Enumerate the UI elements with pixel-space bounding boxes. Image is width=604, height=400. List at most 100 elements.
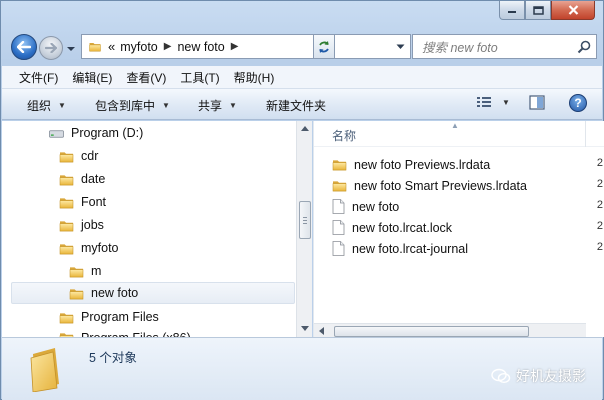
tree-item-program-files[interactable]: Program Files <box>59 306 159 328</box>
folder-icon <box>332 179 347 192</box>
details-view-icon <box>477 97 491 107</box>
date-column-fragment: 2 <box>596 241 603 253</box>
file-name: new foto Smart Previews.lrdata <box>354 178 527 193</box>
horizontal-scrollbar-thumb[interactable] <box>334 326 529 337</box>
menu-bar: 文件(F) 编辑(E) 查看(V) 工具(T) 帮助(H) <box>2 66 602 89</box>
folder-icon <box>59 219 74 232</box>
share-label: 共享 <box>198 99 223 113</box>
search-placeholder: 搜索 new foto <box>422 41 498 55</box>
file-row[interactable]: new foto Smart Previews.lrdata <box>332 175 527 196</box>
file-row[interactable]: new foto.lrcat.lock <box>332 217 452 238</box>
tree-item-myfoto[interactable]: myfoto <box>59 237 119 259</box>
date-column-fragment: 2 <box>596 157 603 169</box>
tree-item-label: Font <box>81 195 107 209</box>
scroll-down-arrow-icon[interactable] <box>301 326 309 331</box>
include-in-library-label: 包含到库中 <box>95 99 156 113</box>
breadcrumb-new-foto[interactable]: new foto <box>177 40 224 54</box>
share-button[interactable]: 共享 ▼ <box>198 97 237 114</box>
new-folder-button[interactable]: 新建文件夹 <box>266 97 326 114</box>
back-button[interactable] <box>11 34 37 60</box>
file-name: new foto <box>352 199 400 214</box>
forward-button[interactable] <box>39 36 63 60</box>
chevron-right-icon[interactable]: ▶ <box>231 41 239 52</box>
folder-icon <box>59 173 74 186</box>
tree-item-label: Program (D:) <box>71 126 144 140</box>
chevron-down-icon[interactable]: ▼ <box>502 98 510 107</box>
help-button[interactable]: ? <box>569 94 587 112</box>
close-button[interactable] <box>551 1 595 20</box>
column-name-header[interactable]: 名称 <box>332 127 356 144</box>
navigation-scrollbar[interactable] <box>296 121 312 337</box>
column-divider[interactable] <box>585 121 586 147</box>
close-icon <box>568 5 578 15</box>
refresh-icon <box>319 40 329 53</box>
minimize-icon <box>508 11 516 13</box>
organize-button[interactable]: 组织 ▼ <box>27 97 66 114</box>
folder-icon <box>59 196 74 209</box>
breadcrumb-overflow[interactable]: « <box>108 39 115 54</box>
tree-item-date[interactable]: date <box>59 168 105 190</box>
folder-icon <box>88 41 102 52</box>
folder-icon <box>59 242 74 255</box>
preview-pane-icon <box>529 95 545 110</box>
tree-item-label: new foto <box>91 286 139 300</box>
help-icon: ? <box>574 96 582 110</box>
tree-item-new-foto[interactable]: new foto <box>11 282 295 304</box>
menu-view[interactable]: 查看(V) <box>126 69 166 86</box>
file-row[interactable]: new foto.lrcat-journal <box>332 238 468 259</box>
tree-item-jobs[interactable]: jobs <box>59 214 104 236</box>
menu-file[interactable]: 文件(F) <box>19 69 58 86</box>
scroll-left-arrow-icon[interactable] <box>319 327 324 335</box>
preview-pane-button[interactable] <box>529 95 545 110</box>
recent-pages-dropdown[interactable] <box>66 43 76 53</box>
command-bar: 组织 ▼ 包含到库中 ▼ 共享 ▼ 新建文件夹 ▼ ? <box>2 89 602 120</box>
file-icon <box>332 199 345 214</box>
caption-buttons <box>499 1 595 21</box>
refresh-button[interactable] <box>313 34 335 59</box>
address-bar[interactable]: « myfoto ▶ new foto ▶ <box>81 34 411 59</box>
chevron-right-icon[interactable]: ▶ <box>164 41 172 52</box>
tree-item-label: date <box>81 172 106 186</box>
minimize-button[interactable] <box>499 1 525 20</box>
file-icon <box>332 241 345 256</box>
search-icon[interactable] <box>577 40 591 54</box>
chevron-down-icon <box>396 44 404 49</box>
tree-item-label: cdr <box>81 149 99 163</box>
menu-tools[interactable]: 工具(T) <box>180 69 219 86</box>
folder-large-icon <box>30 348 59 392</box>
file-row[interactable]: new foto Previews.lrdata <box>332 154 490 175</box>
breadcrumb-myfoto[interactable]: myfoto <box>120 40 158 54</box>
address-dropdown-button[interactable] <box>390 35 410 58</box>
menu-help[interactable]: 帮助(H) <box>234 69 275 86</box>
maximize-icon <box>532 5 544 15</box>
file-name: new foto.lrcat-journal <box>352 241 469 256</box>
tree-item-m[interactable]: m <box>69 260 101 282</box>
include-in-library-button[interactable]: 包含到库中 ▼ <box>95 97 170 114</box>
date-column-fragment: 2 <box>596 178 603 190</box>
folder-icon <box>69 265 84 278</box>
date-column-fragment: 2 <box>596 220 603 232</box>
file-row[interactable]: new foto <box>332 196 399 217</box>
chevron-down-icon <box>67 47 75 51</box>
forward-arrow-icon <box>45 43 57 53</box>
search-box[interactable]: 搜索 new foto <box>412 34 597 59</box>
details-pane: 5 个对象 好机友摄影 <box>2 337 602 400</box>
tree-item-font[interactable]: Font <box>59 191 106 213</box>
sort-ascending-icon: ▲ <box>451 121 459 130</box>
drive-icon <box>49 129 64 138</box>
menu-edit[interactable]: 编辑(E) <box>72 69 112 86</box>
folder-icon <box>59 150 74 163</box>
scrollbar-thumb[interactable] <box>299 201 311 239</box>
item-count-status: 5 个对象 <box>89 351 137 365</box>
tree-item-program-d[interactable]: Program (D:) <box>49 122 143 144</box>
explorer-window: « myfoto ▶ new foto ▶ 搜索 new foto 文件(F) … <box>0 0 604 400</box>
tree-item-cdr[interactable]: cdr <box>59 145 98 167</box>
navigation-pane: Program (D:) cdr date Font jobs myfoto m <box>2 121 296 339</box>
scroll-up-arrow-icon[interactable] <box>301 126 309 131</box>
tree-item-label: myfoto <box>81 241 119 255</box>
file-list-pane: 名称 ▲ new foto Previews.lrdata new foto S… <box>313 121 604 337</box>
maximize-button[interactable] <box>525 1 551 20</box>
new-folder-label: 新建文件夹 <box>266 99 327 113</box>
organize-label: 组织 <box>27 99 52 113</box>
change-view-button[interactable]: ▼ <box>476 95 510 109</box>
